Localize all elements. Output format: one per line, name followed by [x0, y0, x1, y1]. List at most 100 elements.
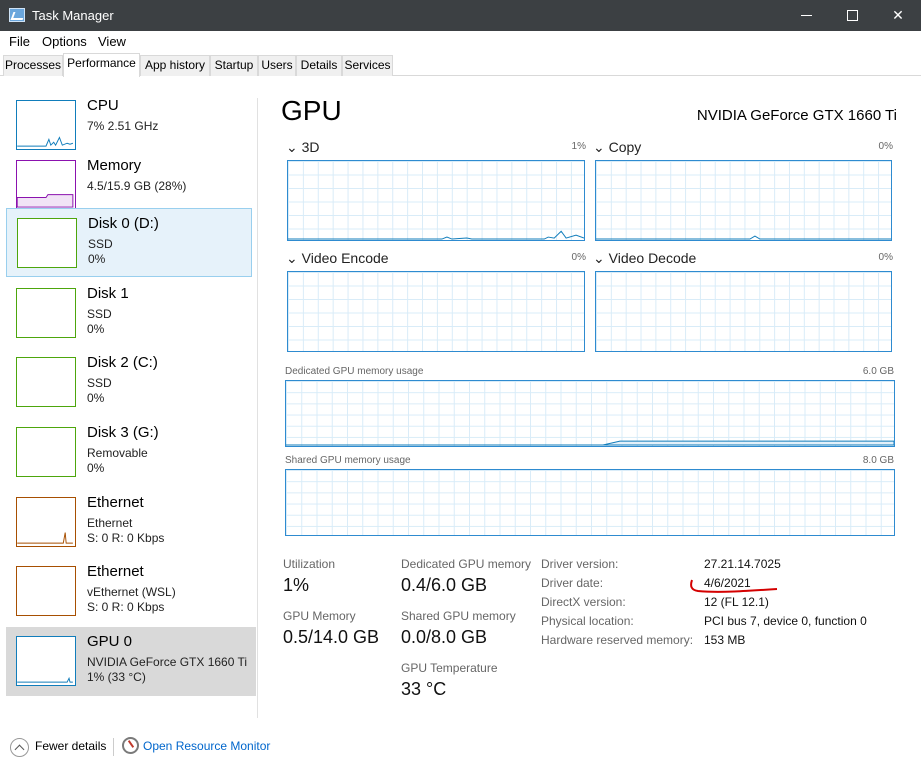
- menu-options[interactable]: Options: [42, 34, 87, 49]
- graph-dedicated-memory: [285, 380, 895, 447]
- tab-services[interactable]: Services: [342, 55, 393, 76]
- sidebar-item-gpu-0[interactable]: GPU 0 NVIDIA GeForce GTX 1660 Ti 1% (33 …: [6, 627, 256, 696]
- physical-location-label: Physical location:: [541, 614, 634, 628]
- sidebar-item-label: Disk 0 (D:): [88, 215, 159, 232]
- sidebar-item-detail: SSD: [87, 307, 112, 321]
- disk-2-thumbnail-graph: [16, 357, 76, 407]
- sidebar-item-disk-0[interactable]: Disk 0 (D:) SSD 0%: [6, 208, 252, 277]
- sidebar-item-detail: SSD: [87, 376, 112, 390]
- task-manager-icon: [9, 8, 25, 22]
- tab-startup[interactable]: Startup: [210, 55, 258, 76]
- menu-view[interactable]: View: [98, 34, 126, 49]
- sidebar-item-disk-3[interactable]: Disk 3 (G:) Removable 0%: [6, 418, 252, 487]
- disk-3-thumbnail-graph: [16, 427, 76, 477]
- dedicated-memory-value: 0.4/6.0 GB: [401, 575, 488, 595]
- sidebar-item-usage: 0%: [87, 322, 105, 336]
- gpu-model-name: NVIDIA GeForce GTX 1660 Ti: [696, 107, 897, 124]
- engine-label: Video Encode: [301, 250, 389, 266]
- driver-version-label: Driver version:: [541, 557, 619, 571]
- ethernet-thumbnail-graph: [16, 497, 76, 547]
- footer: Fewer details Open Resource Monitor: [0, 730, 921, 770]
- sidebar-item-detail: Removable: [87, 446, 148, 460]
- reserved-memory-value: 153 MB: [704, 633, 746, 647]
- sidebar-item-usage: 1% (33 °C): [87, 670, 146, 684]
- sidebar-item-cpu[interactable]: CPU 7% 2.51 GHz: [6, 91, 252, 160]
- sidebar-item-ethernet[interactable]: Ethernet Ethernet S: 0 R: 0 Kbps: [6, 488, 252, 557]
- disk-0-thumbnail-graph: [17, 218, 77, 268]
- disk-1-thumbnail-graph: [16, 288, 76, 338]
- shared-memory-label: Shared GPU memory: [401, 609, 516, 623]
- engine-percent: 1%: [571, 141, 586, 152]
- sidebar-item-label: GPU 0: [87, 633, 133, 650]
- tab-processes[interactable]: Processes: [3, 55, 63, 76]
- driver-version-value: 27.21.14.7025: [704, 557, 781, 571]
- sidebar-item-ethernet-wsl[interactable]: Ethernet vEthernet (WSL) S: 0 R: 0 Kbps: [6, 557, 252, 626]
- page-title: GPU: [281, 95, 342, 126]
- sidebar-item-label: Disk 1: [87, 285, 129, 302]
- menu-file[interactable]: File: [9, 34, 30, 49]
- engine-percent: 0%: [878, 141, 893, 152]
- engine-selector-video-decode[interactable]: ⌄ Video Decode: [593, 250, 696, 267]
- chevron-up-icon[interactable]: [10, 738, 29, 757]
- directx-version-label: DirectX version:: [541, 595, 626, 609]
- close-button[interactable]: ✕: [875, 0, 921, 31]
- gpu-memory-value: 0.5/14.0 GB: [283, 627, 380, 647]
- gpu-0-thumbnail-graph: [16, 636, 76, 686]
- sidebar-item-label: CPU: [87, 97, 119, 114]
- ethernet-wsl-thumbnail-graph: [16, 566, 76, 616]
- tab-strip: Processes Performance App history Startu…: [0, 53, 921, 77]
- engine-selector-3d[interactable]: ⌄ 3D: [286, 139, 320, 156]
- sidebar-item-disk-1[interactable]: Disk 1 SSD 0%: [6, 279, 252, 348]
- window-title: Task Manager: [32, 8, 114, 23]
- sidebar-item-detail: 7% 2.51 GHz: [87, 119, 159, 133]
- engine-selector-video-encode[interactable]: ⌄ Video Encode: [286, 250, 389, 267]
- dedicated-memory-label: Dedicated GPU memory: [401, 557, 532, 571]
- engine-percent: 0%: [571, 252, 586, 263]
- utilization-label: Utilization: [283, 557, 336, 571]
- sidebar-item-detail: SSD: [88, 237, 113, 251]
- engine-selector-copy[interactable]: ⌄ Copy: [593, 139, 641, 156]
- red-underline-annotation: [690, 579, 778, 593]
- cpu-thumbnail-graph: [16, 100, 76, 150]
- sidebar-item-detail: Ethernet: [87, 516, 133, 530]
- sidebar-item-detail: NVIDIA GeForce GTX 1660 Ti: [87, 655, 248, 669]
- sidebar-item-usage: 0%: [88, 252, 106, 266]
- sidebar-item-usage: S: 0 R: 0 Kbps: [87, 600, 165, 614]
- sidebar-item-disk-2[interactable]: Disk 2 (C:) SSD 0%: [6, 348, 252, 417]
- driver-date-label: Driver date:: [541, 576, 604, 590]
- sidebar-item-label: Disk 2 (C:): [87, 354, 158, 371]
- sidebar-item-label: Ethernet: [87, 563, 144, 580]
- graph-video-encode: [287, 271, 585, 352]
- directx-version-value: 12 (FL 12.1): [704, 595, 769, 609]
- resource-monitor-icon[interactable]: [122, 737, 139, 754]
- minimize-button[interactable]: [783, 0, 829, 31]
- engine-label: Video Decode: [608, 250, 697, 266]
- tab-details[interactable]: Details: [296, 55, 342, 76]
- shared-memory-graph-max: 8.0 GB: [862, 455, 894, 466]
- title-bar: Task Manager ✕: [0, 0, 921, 31]
- gpu-temperature-value: 33 °C: [401, 679, 447, 699]
- engine-label: Copy: [608, 139, 642, 155]
- reserved-memory-label: Hardware reserved memory:: [541, 633, 694, 647]
- tab-performance[interactable]: Performance: [63, 53, 140, 77]
- sidebar-item-usage: S: 0 R: 0 Kbps: [87, 531, 165, 545]
- sidebar-item-label: Disk 3 (G:): [87, 424, 159, 441]
- tab-users[interactable]: Users: [258, 55, 296, 76]
- utilization-value: 1%: [283, 575, 310, 595]
- memory-thumbnail-graph: [16, 160, 76, 210]
- graph-copy: [595, 160, 892, 241]
- graph-video-decode: [595, 271, 892, 352]
- tab-app-history[interactable]: App history: [140, 55, 210, 76]
- graph-3d: [287, 160, 585, 241]
- sidebar-divider: [257, 98, 258, 718]
- gpu-temperature-label: GPU Temperature: [401, 661, 498, 675]
- sidebar-item-usage: 0%: [87, 391, 105, 405]
- footer-separator: [113, 738, 114, 756]
- maximize-button[interactable]: [829, 0, 875, 31]
- shared-memory-value: 0.0/8.0 GB: [401, 627, 488, 647]
- sidebar-item-usage: 0%: [87, 461, 105, 475]
- fewer-details-link[interactable]: Fewer details: [35, 739, 106, 753]
- open-resource-monitor-link[interactable]: Open Resource Monitor: [143, 739, 270, 753]
- sidebar-item-label: Memory: [87, 157, 142, 174]
- shared-memory-graph-label: Shared GPU memory usage: [285, 455, 411, 466]
